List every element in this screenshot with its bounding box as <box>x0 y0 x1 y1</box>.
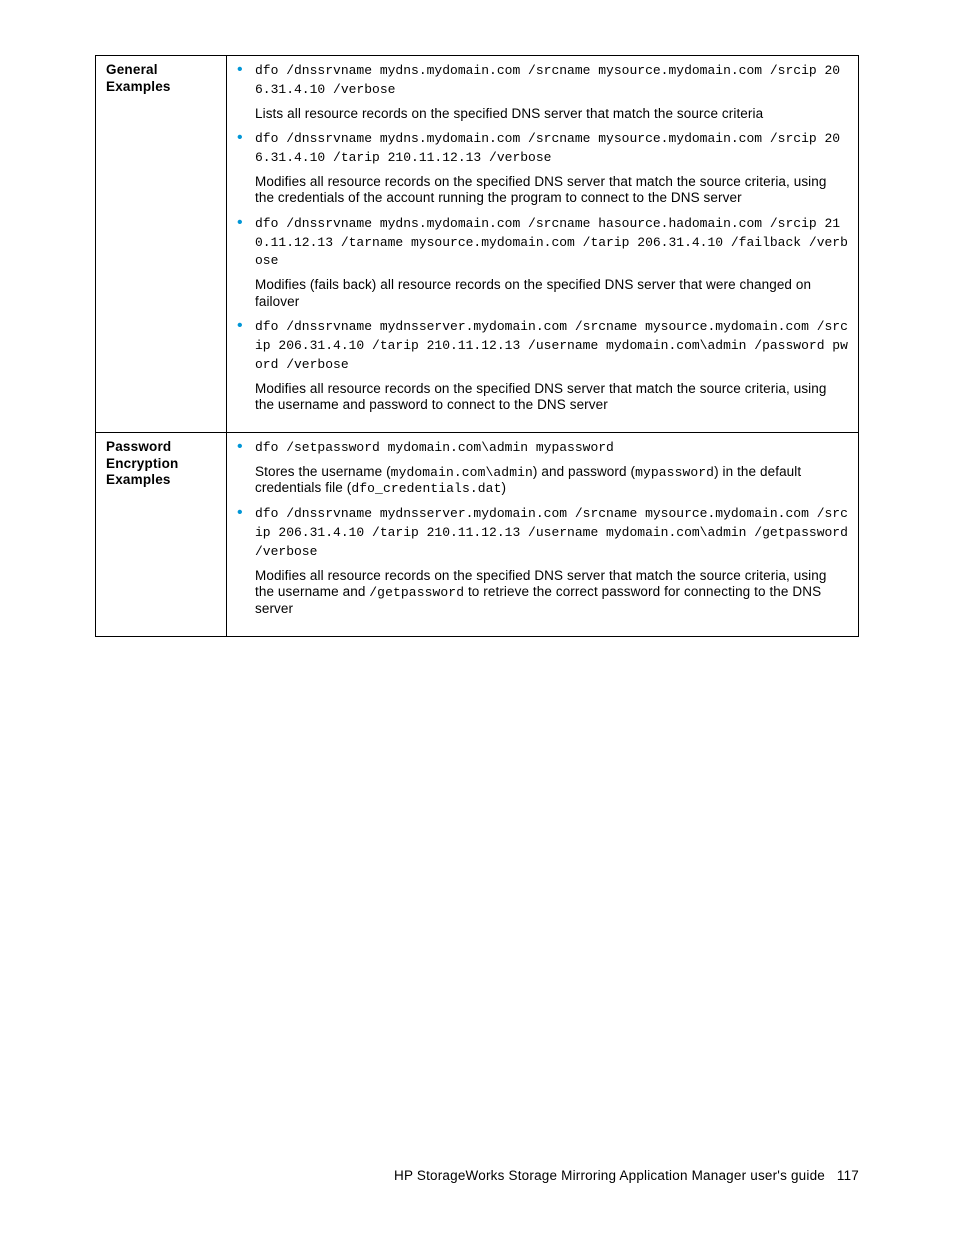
command-code: dfo /dnssrvname mydnsserver.mydomain.com… <box>255 318 848 375</box>
item-description: Stores the username (mydomain.com\admin)… <box>255 464 848 498</box>
list-item: dfo /dnssrvname mydnsserver.mydomain.com… <box>237 505 848 617</box>
command-code: dfo /dnssrvname mydns.mydomain.com /srcn… <box>255 62 848 100</box>
item-description: Modifies (fails back) all resource recor… <box>255 277 848 310</box>
page-number: 117 <box>837 1168 859 1183</box>
item-description: Lists all resource records on the specif… <box>255 106 848 122</box>
item-list: dfo /dnssrvname mydns.mydomain.com /srcn… <box>237 62 848 414</box>
desc-text: Modifies all resource records on the spe… <box>255 174 827 205</box>
list-item: dfo /setpassword mydomain.com\admin mypa… <box>237 439 848 498</box>
row-content: dfo /dnssrvname mydns.mydomain.com /srcn… <box>227 56 859 433</box>
command-code: dfo /dnssrvname mydnsserver.mydomain.com… <box>255 505 848 562</box>
item-description: Modifies all resource records on the spe… <box>255 381 848 414</box>
inline-code: mypassword <box>635 465 714 480</box>
list-item: dfo /dnssrvname mydns.mydomain.com /srcn… <box>237 130 848 207</box>
command-code: dfo /setpassword mydomain.com\admin mypa… <box>255 439 848 458</box>
item-list: dfo /setpassword mydomain.com\admin mypa… <box>237 439 848 618</box>
inline-code: /getpassword <box>369 585 464 600</box>
footer-text: HP StorageWorks Storage Mirroring Applic… <box>394 1168 825 1183</box>
desc-text: Stores the username ( <box>255 464 391 479</box>
item-description: Modifies all resource records on the spe… <box>255 174 848 207</box>
row-label: Password Encryption Examples <box>96 432 227 636</box>
desc-text: Modifies (fails back) all resource recor… <box>255 277 811 308</box>
inline-code: dfo_credentials.dat <box>351 481 501 496</box>
examples-table: General Examples dfo /dnssrvname mydns.my… <box>95 55 859 637</box>
command-code: dfo /dnssrvname mydns.mydomain.com /srcn… <box>255 215 848 272</box>
list-item: dfo /dnssrvname mydnsserver.mydomain.com… <box>237 318 848 413</box>
list-item: dfo /dnssrvname mydns.mydomain.com /srcn… <box>237 62 848 122</box>
desc-text: Lists all resource records on the specif… <box>255 106 763 121</box>
list-item: dfo /dnssrvname mydns.mydomain.com /srcn… <box>237 215 848 310</box>
desc-text: Modifies all resource records on the spe… <box>255 381 827 412</box>
row-label: General Examples <box>96 56 227 433</box>
item-description: Modifies all resource records on the spe… <box>255 568 848 618</box>
page-footer: HP StorageWorks Storage Mirroring Applic… <box>394 1168 859 1183</box>
desc-text: ) <box>501 480 506 495</box>
inline-code: mydomain.com\admin <box>391 465 533 480</box>
desc-text: ) and password ( <box>533 464 635 479</box>
command-code: dfo /dnssrvname mydns.mydomain.com /srcn… <box>255 130 848 168</box>
row-content: dfo /setpassword mydomain.com\admin mypa… <box>227 432 859 636</box>
